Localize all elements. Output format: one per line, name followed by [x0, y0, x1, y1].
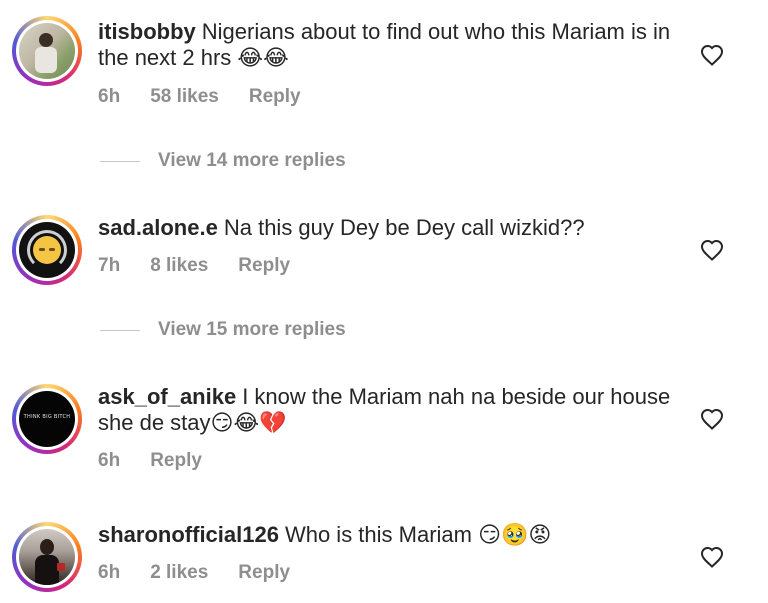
comment-text: sharonofficial126 Who is this Mariam 😏🥹😡 — [98, 522, 678, 548]
timestamp: 7h — [98, 255, 121, 276]
avatar[interactable] — [12, 16, 82, 86]
comment-meta: 6h 2 likes Reply — [98, 562, 290, 584]
comment-body: Na this guy Dey be Dey call wizkid?? — [223, 215, 585, 240]
likes-count[interactable]: 58 likes — [150, 86, 219, 108]
reply-button[interactable]: Reply — [150, 450, 202, 472]
heart-icon[interactable] — [700, 239, 724, 261]
view-more-label: View 14 more replies — [158, 150, 346, 171]
username[interactable]: itisbobby — [98, 19, 196, 44]
reply-button[interactable]: Reply — [249, 86, 301, 108]
username[interactable]: sharonofficial126 — [98, 522, 279, 547]
avatar-text: THINK BIG BITCH — [23, 414, 71, 420]
username[interactable]: sad.alone.e — [98, 215, 218, 240]
heart-icon[interactable] — [700, 546, 724, 568]
timestamp: 6h — [98, 86, 121, 107]
username[interactable]: ask_of_anike — [98, 384, 236, 409]
heart-icon[interactable] — [700, 44, 724, 66]
avatar[interactable]: THINK BIG BITCH — [12, 384, 82, 454]
comment-body: Who is this Mariam 😏🥹😡 — [284, 522, 552, 547]
comment-meta: 6h 58 likes Reply — [98, 86, 301, 108]
view-more-replies-button[interactable]: View 14 more replies — [100, 150, 346, 172]
comment-meta: 6h Reply — [98, 450, 202, 472]
heart-icon[interactable] — [700, 408, 724, 430]
timestamp: 6h — [98, 450, 121, 471]
divider — [100, 160, 140, 162]
reply-button[interactable]: Reply — [238, 562, 290, 584]
avatar[interactable] — [12, 522, 82, 592]
comment-text: itisbobby Nigerians about to find out who… — [98, 19, 678, 71]
timestamp: 6h — [98, 562, 121, 583]
reply-button[interactable]: Reply — [238, 255, 290, 277]
likes-count[interactable]: 2 likes — [150, 562, 208, 584]
likes-count[interactable]: 8 likes — [150, 255, 208, 277]
avatar[interactable] — [12, 215, 82, 285]
view-more-replies-button[interactable]: View 15 more replies — [100, 319, 346, 341]
comment-text: ask_of_anike I know the Mariam nah na bes… — [98, 384, 678, 436]
divider — [100, 329, 140, 331]
view-more-label: View 15 more replies — [158, 319, 346, 340]
comment-meta: 7h 8 likes Reply — [98, 255, 290, 277]
comment-text: sad.alone.e Na this guy Dey be Dey call w… — [98, 215, 678, 241]
